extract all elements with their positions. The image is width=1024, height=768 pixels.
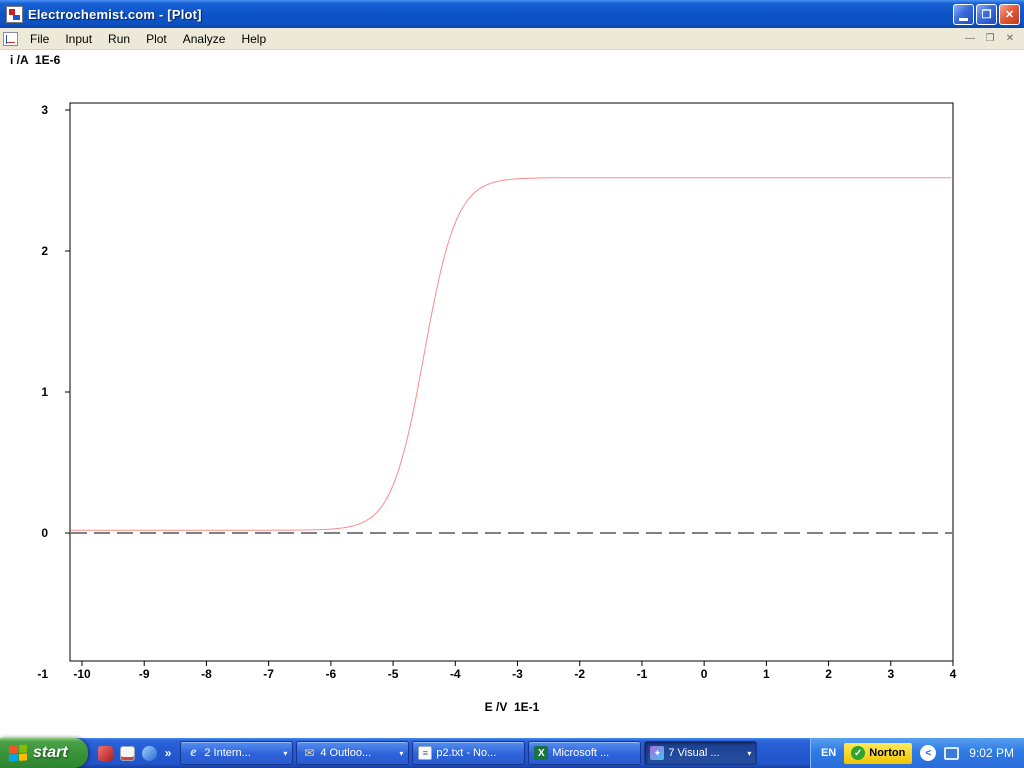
taskbar-button-excel[interactable]: X Microsoft ... [528, 741, 641, 765]
y-tick-label: -1 [37, 667, 48, 681]
menu-item-input[interactable]: Input [57, 29, 100, 49]
quick-launch-bar: » [88, 746, 181, 761]
visual-studio-icon: ✦ [650, 746, 664, 760]
x-axis-title: E /V 1E-1 [0, 700, 1024, 714]
y-tick-label: 2 [41, 244, 48, 258]
y-tick-label: 3 [41, 103, 48, 117]
x-tick-label: 0 [701, 667, 708, 681]
app-icon[interactable] [6, 6, 23, 23]
x-tick-label: 4 [950, 667, 957, 681]
norton-antivirus-badge[interactable]: ✓ Norton [844, 743, 912, 764]
taskbar-button-label: p2.txt - No... [436, 747, 519, 759]
taskbar-button-notepad[interactable]: ≡ p2.txt - No... [412, 741, 525, 765]
x-tick-label: 2 [825, 667, 832, 681]
mdi-restore-button[interactable]: ❐ [982, 32, 998, 46]
close-button[interactable]: ✕ [999, 4, 1020, 25]
x-tick-label: -9 [139, 667, 150, 681]
x-tick-label: -7 [263, 667, 274, 681]
taskbar-button-outlook[interactable]: ✉ 4 Outloo... ▾ [296, 741, 409, 765]
chevron-down-icon: ▾ [283, 749, 287, 758]
menu-item-analyze[interactable]: Analyze [175, 29, 234, 49]
quick-launch-overflow-chevron[interactable]: » [164, 746, 172, 760]
restore-button[interactable]: ❐ [976, 4, 997, 25]
y-tick-label: 1 [41, 385, 48, 399]
voltammogram-curve [71, 178, 951, 531]
restore-icon: ❐ [982, 8, 992, 21]
task-buttons: e 2 Intern... ▾ ✉ 4 Outloo... ▾ ≡ p2.txt - No..… [180, 741, 757, 765]
menu-item-file[interactable]: File [22, 29, 57, 49]
taskbar-button-label: Microsoft ... [552, 747, 635, 759]
internet-explorer-icon: e [186, 746, 200, 760]
start-button[interactable]: start [0, 738, 88, 768]
menubar: FileInputRunPlotAnalyzeHelp — ❐ ✕ [0, 28, 1024, 50]
start-button-label: start [33, 744, 68, 762]
system-tray: EN ✓ Norton < 9:02 PM [810, 738, 1024, 768]
minimize-icon [959, 18, 968, 21]
taskbar-button-internet-explorer[interactable]: e 2 Intern... ▾ [180, 741, 293, 765]
minimize-button[interactable] [953, 4, 974, 25]
mdi-minimize-button[interactable]: — [962, 32, 978, 46]
tray-display-icon[interactable] [944, 747, 959, 760]
quick-launch-icon-1[interactable] [98, 746, 113, 761]
x-tick-label: -6 [326, 667, 337, 681]
outlook-icon: ✉ [302, 746, 316, 760]
tray-collapse-chevron-icon[interactable]: < [920, 745, 936, 761]
x-tick-label: -4 [450, 667, 461, 681]
x-tick-label: -5 [388, 667, 399, 681]
x-tick-label: -1 [637, 667, 648, 681]
close-icon: ✕ [1005, 8, 1014, 21]
menu-item-run[interactable]: Run [100, 29, 138, 49]
x-tick-label: -10 [73, 667, 91, 681]
child-window-icon[interactable] [3, 32, 18, 46]
plot-client-area: -10123-10-9-8-7-6-5-4-3-2-101234 i /A 1E… [0, 50, 1024, 738]
mdi-controls: — ❐ ✕ [962, 32, 1024, 46]
taskbar-clock[interactable]: 9:02 PM [967, 746, 1014, 760]
mdi-close-button[interactable]: ✕ [1002, 32, 1018, 46]
x-tick-label: -3 [512, 667, 523, 681]
y-axis-title: i /A 1E-6 [10, 53, 60, 67]
voltammogram-plot: -10123-10-9-8-7-6-5-4-3-2-101234 [0, 50, 1024, 738]
menu-items: FileInputRunPlotAnalyzeHelp [22, 29, 274, 49]
notepad-icon: ≡ [418, 746, 432, 760]
norton-label: Norton [869, 747, 905, 759]
y-tick-label: 0 [41, 526, 48, 540]
chevron-down-icon: ▾ [747, 749, 751, 758]
window-title: Electrochemist.com - [Plot] [28, 7, 951, 22]
norton-check-icon: ✓ [851, 746, 865, 760]
taskbar-button-label: 4 Outloo... [320, 747, 395, 759]
taskbar-button-label: 7 Visual ... [668, 747, 743, 759]
menu-item-help[interactable]: Help [233, 29, 274, 49]
menu-item-plot[interactable]: Plot [138, 29, 175, 49]
windows-logo-icon [9, 744, 27, 761]
chevron-down-icon: ▾ [399, 749, 403, 758]
quick-launch-icon-3[interactable] [142, 746, 157, 761]
x-tick-label: 1 [763, 667, 770, 681]
mdi-minimize-icon: — [965, 33, 975, 44]
excel-icon: X [534, 746, 548, 760]
plot-frame [70, 103, 953, 661]
x-tick-label: 3 [887, 667, 894, 681]
x-tick-label: -2 [574, 667, 585, 681]
taskbar-button-label: 2 Intern... [204, 747, 279, 759]
language-indicator[interactable]: EN [821, 747, 836, 759]
taskbar-button-visual-studio[interactable]: ✦ 7 Visual ... ▾ [644, 741, 757, 765]
taskbar: start » e 2 Intern... ▾ ✉ 4 Outloo... ▾ ≡ p2.tx… [0, 738, 1024, 768]
mdi-restore-icon: ❐ [986, 33, 995, 44]
x-tick-label: -8 [201, 667, 212, 681]
mdi-close-icon: ✕ [1006, 33, 1014, 44]
quick-launch-icon-2[interactable] [120, 746, 135, 761]
titlebar: Electrochemist.com - [Plot] ❐ ✕ [0, 0, 1024, 28]
